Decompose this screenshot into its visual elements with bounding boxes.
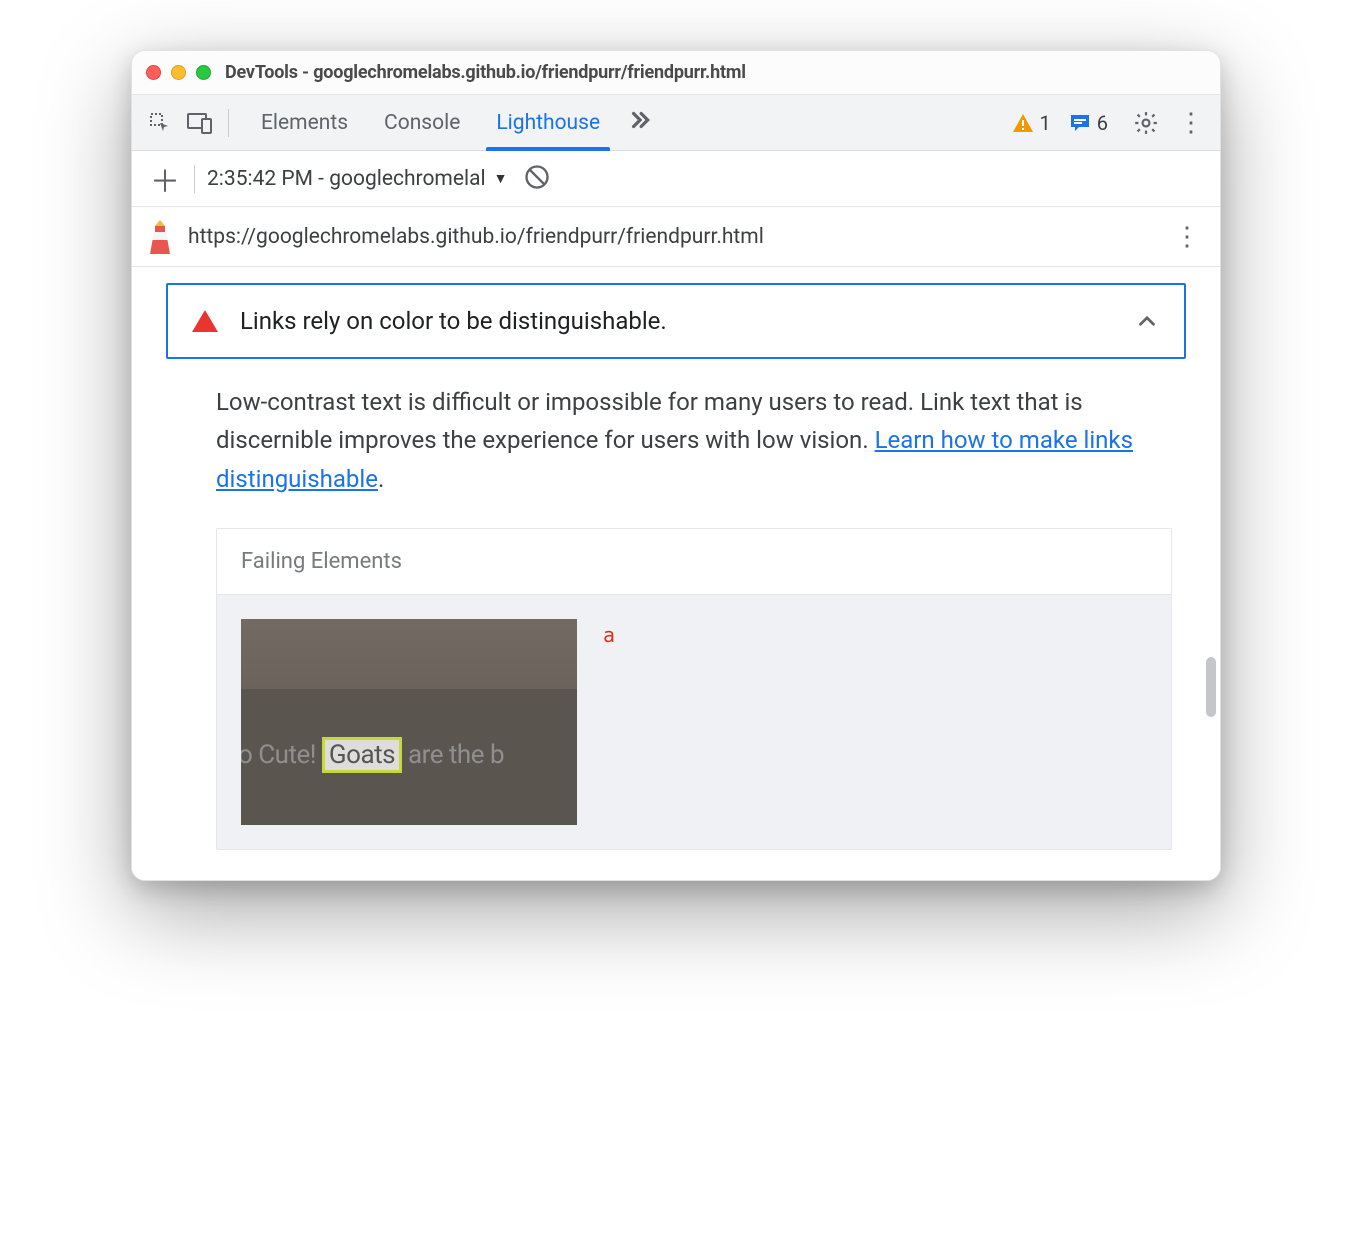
audit-summary[interactable]: Links rely on color to be distinguishabl… bbox=[166, 283, 1186, 359]
issues-badges: 1 6 bbox=[1012, 111, 1109, 135]
report-selector[interactable]: 2:35:42 PM - googlechromelal ▼ bbox=[207, 167, 507, 191]
gear-icon bbox=[1133, 110, 1159, 136]
lighthouse-toolbar: ＋ 2:35:42 PM - googlechromelal ▼ bbox=[132, 151, 1220, 207]
element-screenshot[interactable]: So Cute! Goats are the b bbox=[241, 619, 577, 825]
zoom-window-button[interactable] bbox=[196, 65, 211, 80]
messages-badge[interactable]: 6 bbox=[1069, 111, 1108, 135]
audit-description: Low-contrast text is difficult or imposs… bbox=[216, 383, 1172, 498]
panel-tabs: Elements Console Lighthouse bbox=[257, 95, 604, 150]
message-icon bbox=[1069, 112, 1091, 134]
warnings-count: 1 bbox=[1040, 111, 1051, 135]
scrollbar-thumb[interactable] bbox=[1206, 657, 1216, 717]
devtools-toolbar: Elements Console Lighthouse 1 bbox=[132, 95, 1220, 151]
audit-desc-post: . bbox=[378, 465, 384, 493]
thumb-text-post: are the b bbox=[402, 740, 504, 770]
separator bbox=[194, 165, 195, 193]
failing-elements-body: So Cute! Goats are the b a bbox=[217, 595, 1171, 849]
new-report-button[interactable]: ＋ bbox=[142, 157, 188, 201]
report-url-bar: https://googlechromelabs.github.io/frien… bbox=[132, 207, 1220, 267]
chevron-up-icon bbox=[1134, 308, 1160, 334]
failing-elements-heading: Failing Elements bbox=[217, 529, 1171, 595]
report-content: Links rely on color to be distinguishabl… bbox=[132, 267, 1220, 880]
settings-button[interactable] bbox=[1128, 105, 1164, 141]
titlebar: DevTools - googlechromelabs.github.io/fr… bbox=[132, 51, 1220, 95]
window-title: DevTools - googlechromelabs.github.io/fr… bbox=[225, 62, 746, 83]
more-tabs-button[interactable] bbox=[626, 107, 652, 139]
tab-elements[interactable]: Elements bbox=[257, 95, 352, 150]
dropdown-triangle-icon: ▼ bbox=[494, 170, 508, 187]
thumb-highlighted-word: Goats bbox=[322, 737, 402, 773]
lighthouse-icon bbox=[146, 220, 174, 254]
tab-console[interactable]: Console bbox=[380, 95, 464, 150]
traffic-lights bbox=[146, 65, 211, 80]
report-menu-button[interactable]: ⋮ bbox=[1168, 222, 1206, 252]
devtools-window: DevTools - googlechromelabs.github.io/fr… bbox=[131, 50, 1221, 881]
tab-lighthouse[interactable]: Lighthouse bbox=[492, 95, 604, 150]
failing-elements-section: Failing Elements So Cute! Goats are the … bbox=[216, 528, 1172, 850]
report-selector-label: 2:35:42 PM - googlechromelal bbox=[207, 167, 486, 191]
fail-triangle-icon bbox=[192, 310, 218, 332]
messages-count: 6 bbox=[1097, 111, 1108, 135]
close-window-button[interactable] bbox=[146, 65, 161, 80]
clear-icon bbox=[523, 163, 551, 191]
warnings-badge[interactable]: 1 bbox=[1012, 111, 1051, 135]
separator bbox=[228, 109, 229, 137]
warning-icon bbox=[1012, 113, 1034, 133]
element-tag-name: a bbox=[603, 619, 615, 647]
inspect-element-icon[interactable] bbox=[142, 105, 178, 141]
clear-button[interactable] bbox=[523, 163, 551, 195]
minimize-window-button[interactable] bbox=[171, 65, 186, 80]
audit-title: Links rely on color to be distinguishabl… bbox=[240, 307, 1112, 335]
device-toolbar-icon[interactable] bbox=[182, 105, 218, 141]
more-options-button[interactable]: ⋮ bbox=[1172, 108, 1210, 138]
thumb-text-pre: So Cute! bbox=[241, 740, 322, 770]
report-url: https://googlechromelabs.github.io/frien… bbox=[188, 225, 1168, 249]
